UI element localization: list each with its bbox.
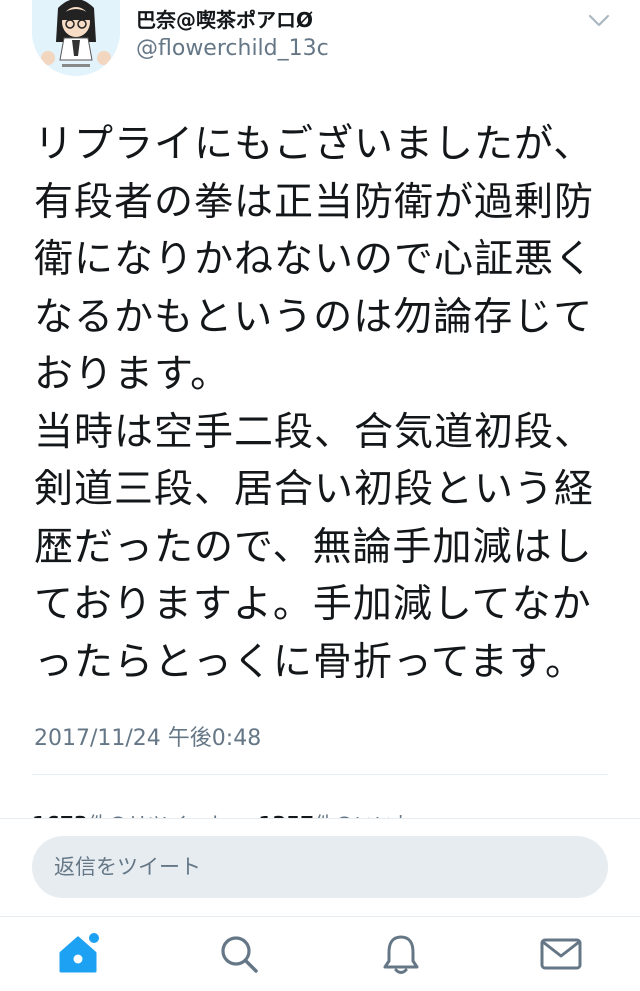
tab-search[interactable]: [216, 931, 262, 977]
chevron-down-icon[interactable]: [584, 6, 614, 36]
tweet-text: リプライにもございましたが、 有段者の拳は正当防衛が過剰防 衛になりかねないので…: [34, 116, 614, 691]
tab-notifications[interactable]: [378, 931, 424, 977]
tweet-paragraph: 当時は空手二段、合気道初段、 剣道三段、居合い初段という経 歴だったので、無論手…: [34, 409, 595, 685]
tweet-paragraph: リプライにもございましたが、 有段者の拳は正当防衛が過剰防 衛になりかねないので…: [34, 122, 595, 397]
tweet-header: 巴奈@喫茶ポアロØ @flowerchild_13c: [0, 0, 640, 80]
display-name[interactable]: 巴奈@喫茶ポアロØ: [136, 4, 313, 33]
avatar-illustration: [32, 0, 120, 76]
divider: [32, 774, 608, 775]
reply-input[interactable]: 返信をツイート: [32, 836, 608, 898]
tab-home[interactable]: [55, 931, 101, 977]
tweet-timestamp: 2017/11/24 午後0:48: [34, 726, 262, 751]
mail-icon: [540, 938, 582, 970]
user-handle[interactable]: @flowerchild_13c: [136, 36, 329, 61]
tab-messages[interactable]: [538, 931, 584, 977]
avatar[interactable]: [32, 0, 120, 76]
search-icon: [221, 936, 258, 973]
tab-bar: [0, 916, 640, 991]
reply-area: 返信をツイート: [0, 818, 640, 917]
bell-icon: [383, 935, 419, 974]
home-icon: [59, 931, 101, 973]
